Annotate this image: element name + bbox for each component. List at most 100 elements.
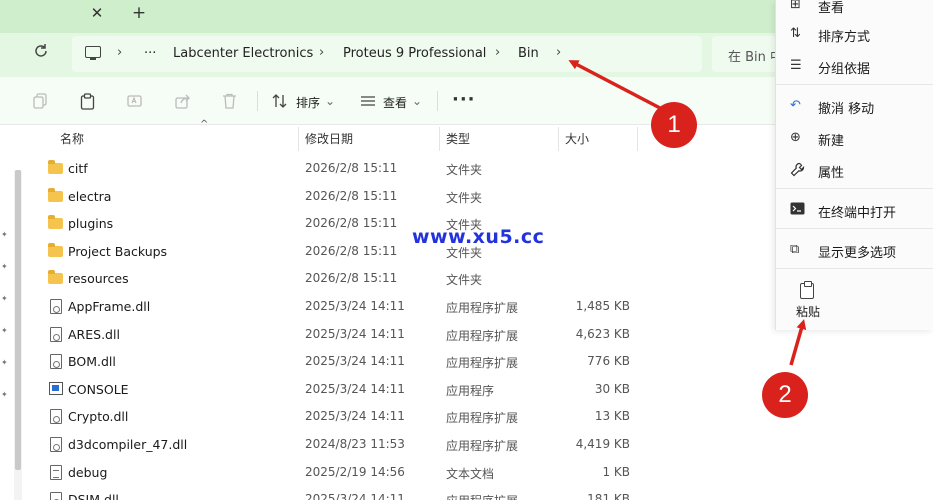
menu-item-properties[interactable]: 属性 [776, 156, 933, 184]
folder-icon [48, 270, 63, 285]
menu-divider [776, 84, 933, 85]
file-row[interactable]: CONSOLE 2025/3/24 14:11 应用程序 30 KB [28, 376, 638, 404]
file-row[interactable]: Crypto.dll 2025/3/24 14:11 应用程序扩展 13 KB [28, 403, 638, 431]
chevron-right-icon[interactable]: › [117, 45, 122, 60]
file-name: DSIM.dll [68, 492, 119, 500]
folder-icon [48, 160, 63, 174]
column-header-type[interactable]: 类型 [446, 130, 470, 147]
menu-item-open-terminal[interactable]: 在终端中打开 [776, 196, 933, 224]
view-button[interactable]: 查看 [383, 94, 407, 111]
chevron-down-icon[interactable]: ⌄ [325, 94, 335, 108]
file-row[interactable]: AppFrame.dll 2025/3/24 14:11 应用程序扩展 1,485 K… [28, 293, 638, 321]
column-header-name[interactable]: 名称 [60, 130, 84, 147]
chevron-right-icon[interactable]: › [556, 45, 561, 60]
new-tab-icon[interactable]: + [131, 3, 147, 23]
file-date: 2025/3/24 14:11 [305, 492, 405, 500]
file-date: 2026/2/8 15:11 [305, 161, 398, 175]
exe-file-icon [49, 381, 63, 395]
file-date: 2026/2/8 15:11 [305, 271, 398, 286]
column-divider[interactable] [298, 127, 299, 151]
watermark-text: www.xu5.cc [412, 226, 545, 248]
breadcrumb-labcenter[interactable]: Labcenter Electronics [173, 46, 313, 61]
column-divider[interactable] [558, 127, 559, 151]
file-type: 应用程序扩展 [446, 411, 519, 426]
computer-icon[interactable] [85, 46, 101, 60]
refresh-icon[interactable] [33, 43, 51, 61]
menu-item-sort-by[interactable]: ⇅ 排序方式 [776, 20, 933, 48]
chevron-right-icon[interactable]: › [319, 45, 324, 60]
pin-icon[interactable]: ✦ [1, 294, 9, 303]
pin-icon[interactable]: ✦ [1, 262, 9, 271]
chevron-down-icon[interactable]: ⌄ [412, 94, 422, 108]
file-type: 文件夹 [446, 273, 483, 288]
paste-icon [800, 281, 814, 299]
menu-divider [776, 228, 933, 229]
more-actions-button[interactable]: ··· [452, 89, 476, 110]
file-row[interactable]: ARES.dll 2025/3/24 14:11 应用程序扩展 4,623 KB [28, 321, 638, 349]
file-name: resources [68, 271, 129, 287]
sort-button[interactable]: 排序 [296, 94, 320, 111]
file-row[interactable]: BOM.dll 2025/3/24 14:11 应用程序扩展 776 KB [28, 348, 638, 376]
folder-icon [48, 215, 63, 230]
file-name: electra [68, 188, 112, 204]
file-date: 2025/2/19 14:56 [305, 464, 405, 479]
folder-icon [48, 187, 63, 202]
menu-item-new[interactable]: ⊕ 新建 [776, 124, 933, 152]
column-divider[interactable] [637, 127, 638, 151]
copy-icon[interactable] [33, 93, 49, 110]
pin-icon[interactable]: ✦ [1, 358, 9, 367]
file-name: citf [68, 161, 88, 176]
file-name: BOM.dll [68, 354, 116, 370]
terminal-icon [790, 202, 805, 217]
file-row[interactable]: citf 2026/2/8 15:11 文件夹 [28, 155, 638, 183]
file-type: 文件夹 [446, 190, 483, 205]
file-row[interactable]: debug 2025/2/19 14:56 文本文档 1 KB [28, 459, 638, 487]
file-row[interactable]: d3dcompiler_47.dll 2024/8/23 11:53 应用程序扩展 4… [28, 431, 638, 459]
annotation-badge-1: 1 [651, 102, 697, 148]
view-list-icon[interactable] [360, 93, 376, 110]
breadcrumb-bin[interactable]: Bin [518, 46, 539, 61]
file-row[interactable]: electra 2026/2/8 15:11 文件夹 [28, 183, 638, 211]
menu-item-show-more-options[interactable]: ⧉ 显示更多选项 [776, 236, 933, 264]
toolbar-divider [257, 91, 258, 111]
nav-scrollbar-thumb[interactable] [15, 170, 21, 470]
breadcrumb-more[interactable]: ··· [144, 46, 156, 61]
column-header-date[interactable]: 修改日期 [305, 130, 353, 147]
file-date: 2026/2/8 15:11 [305, 188, 398, 203]
pin-icon[interactable]: ✦ [1, 230, 9, 239]
file-size: 1 KB [602, 464, 630, 479]
file-type: 文件夹 [446, 163, 483, 177]
pin-icon[interactable]: ✦ [1, 326, 9, 335]
file-row[interactable]: DSIM.dll 2025/3/24 14:11 应用程序扩展 181 KB [28, 486, 638, 500]
pin-icon[interactable]: ✦ [1, 390, 9, 399]
share-icon[interactable] [175, 93, 191, 110]
address-bar[interactable]: › ··· Labcenter Electronics › Proteus 9 … [72, 36, 702, 72]
file-row[interactable]: resources 2026/2/8 15:11 文件夹 [28, 265, 638, 293]
menu-item-undo-move[interactable]: ↶ 撤消 移动 [776, 92, 933, 120]
chevron-right-icon[interactable]: › [495, 45, 500, 60]
breadcrumb-proteus[interactable]: Proteus 9 Professional [343, 46, 486, 61]
menu-item-view[interactable]: ⊞ 查看 [776, 0, 933, 19]
close-tab-icon[interactable]: ✕ [89, 4, 105, 24]
wrench-icon [790, 162, 805, 177]
menu-item-label: 分组依据 [818, 62, 871, 77]
sort-icon[interactable] [272, 93, 288, 110]
column-divider[interactable] [439, 127, 440, 151]
file-row[interactable]: Project Backups 2026/2/8 15:11 文件夹 [28, 238, 638, 266]
dll-file-icon [50, 326, 62, 342]
menu-divider [776, 188, 933, 189]
file-row[interactable]: plugins 2026/2/8 15:11 文件夹 [28, 210, 638, 238]
paste-icon[interactable] [80, 93, 96, 110]
menu-item-label: 显示更多选项 [818, 246, 897, 261]
file-name: ARES.dll [68, 326, 120, 342]
dll-file-icon [50, 409, 62, 425]
file-name: plugins [68, 216, 114, 232]
new-icon: ⊕ [790, 130, 801, 145]
rename-icon[interactable] [127, 93, 143, 110]
column-header-size[interactable]: 大小 [565, 130, 589, 147]
delete-icon[interactable] [222, 93, 238, 110]
nav-scrollbar[interactable] [14, 170, 22, 500]
file-date: 2025/3/24 14:11 [305, 354, 405, 369]
menu-item-group-by[interactable]: ☰ 分组依据 [776, 52, 933, 80]
file-name: debug [68, 464, 108, 480]
